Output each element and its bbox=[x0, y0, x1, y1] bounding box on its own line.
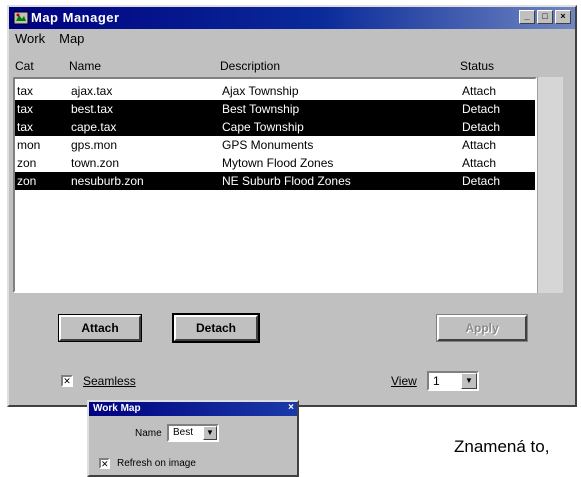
header-name[interactable]: Name bbox=[69, 59, 101, 73]
header-status[interactable]: Status bbox=[460, 59, 494, 73]
attach-button[interactable]: Attach bbox=[58, 314, 142, 342]
name-label: Name bbox=[135, 428, 162, 439]
work-map-window: Work Map × Name Best ▼ ✕ Refresh on imag… bbox=[87, 400, 299, 477]
list-item[interactable]: zon nesuburb.zon NE Suburb Flood Zones D… bbox=[15, 172, 535, 190]
list-scrollbar[interactable] bbox=[537, 77, 563, 293]
cell-description: NE Suburb Flood Zones bbox=[222, 174, 351, 188]
list-item[interactable]: tax cape.tax Cape Township Detach bbox=[15, 118, 535, 136]
cell-name: town.zon bbox=[71, 156, 120, 170]
close-button[interactable]: × bbox=[555, 10, 571, 24]
refresh-label: Refresh on image bbox=[117, 458, 196, 469]
cell-name: ajax.tax bbox=[71, 84, 113, 98]
view-value: 1 bbox=[433, 374, 440, 388]
menu-work[interactable]: Work bbox=[13, 30, 47, 50]
map-manager-window: Map Manager _ □ × Work Map Cat Name Desc… bbox=[7, 5, 577, 407]
view-select[interactable]: 1 ▼ bbox=[427, 371, 479, 391]
cell-cat: tax bbox=[17, 120, 34, 134]
name-select[interactable]: Best ▼ bbox=[167, 424, 219, 442]
maximize-button[interactable]: □ bbox=[537, 10, 553, 24]
seamless-label: Seamless bbox=[83, 374, 136, 388]
menu-map[interactable]: Map bbox=[57, 30, 86, 50]
cell-name: cape.tax bbox=[71, 120, 117, 134]
cell-cat: mon bbox=[17, 138, 41, 152]
work-map-title: Work Map bbox=[93, 403, 141, 414]
name-value: Best bbox=[173, 427, 194, 438]
chevron-down-icon[interactable]: ▼ bbox=[461, 373, 477, 389]
refresh-checkbox[interactable]: ✕ bbox=[99, 458, 110, 469]
app-icon bbox=[13, 11, 29, 25]
cell-status: Detach bbox=[462, 102, 501, 116]
cell-description: GPS Monuments bbox=[222, 138, 314, 152]
header-description[interactable]: Description bbox=[220, 59, 280, 73]
caption-text: Znamená to, bbox=[454, 437, 550, 456]
cell-cat: tax bbox=[17, 84, 34, 98]
cell-description: Ajax Township bbox=[222, 84, 299, 98]
apply-button-label: Apply bbox=[465, 321, 499, 335]
cell-name: nesuburb.zon bbox=[71, 174, 144, 188]
cell-description: Cape Township bbox=[222, 120, 304, 134]
cell-name: best.tax bbox=[71, 102, 114, 116]
menu-bar: Work Map bbox=[13, 30, 86, 50]
list-item[interactable]: tax ajax.tax Ajax Township Attach bbox=[15, 82, 535, 100]
close-icon[interactable]: × bbox=[288, 402, 294, 413]
cell-name: gps.mon bbox=[71, 138, 118, 152]
cell-status: Attach bbox=[462, 84, 497, 98]
seamless-checkbox[interactable]: ✕ bbox=[61, 375, 73, 387]
cell-description: Mytown Flood Zones bbox=[222, 156, 334, 170]
minimize-button[interactable]: _ bbox=[519, 10, 535, 24]
list-item[interactable]: zon town.zon Mytown Flood Zones Attach bbox=[15, 154, 535, 172]
view-label: View bbox=[391, 374, 417, 388]
cell-status: Attach bbox=[462, 138, 497, 152]
attach-button-label: Attach bbox=[81, 321, 119, 335]
list-item[interactable]: mon gps.mon GPS Monuments Attach bbox=[15, 136, 535, 154]
cell-cat: zon bbox=[17, 174, 37, 188]
column-headers: Cat Name Description Status bbox=[9, 57, 575, 77]
work-map-title-bar[interactable]: Work Map × bbox=[89, 402, 297, 416]
cell-status: Detach bbox=[462, 174, 501, 188]
detach-button-label: Detach bbox=[195, 321, 236, 335]
cell-description: Best Township bbox=[222, 102, 300, 116]
detach-button[interactable]: Detach bbox=[172, 313, 260, 343]
chevron-down-icon[interactable]: ▼ bbox=[203, 426, 217, 440]
cell-status: Detach bbox=[462, 120, 501, 134]
header-cat[interactable]: Cat bbox=[15, 59, 34, 73]
window-title: Map Manager bbox=[31, 10, 120, 25]
map-list[interactable]: tax ajax.tax Ajax Township Attach tax be… bbox=[13, 77, 537, 293]
title-bar[interactable]: Map Manager _ □ × bbox=[9, 7, 575, 29]
list-item[interactable]: tax best.tax Best Township Detach bbox=[15, 100, 535, 118]
cell-status: Attach bbox=[462, 156, 497, 170]
cell-cat: tax bbox=[17, 102, 34, 116]
cell-cat: zon bbox=[17, 156, 37, 170]
apply-button[interactable]: Apply bbox=[436, 314, 528, 342]
